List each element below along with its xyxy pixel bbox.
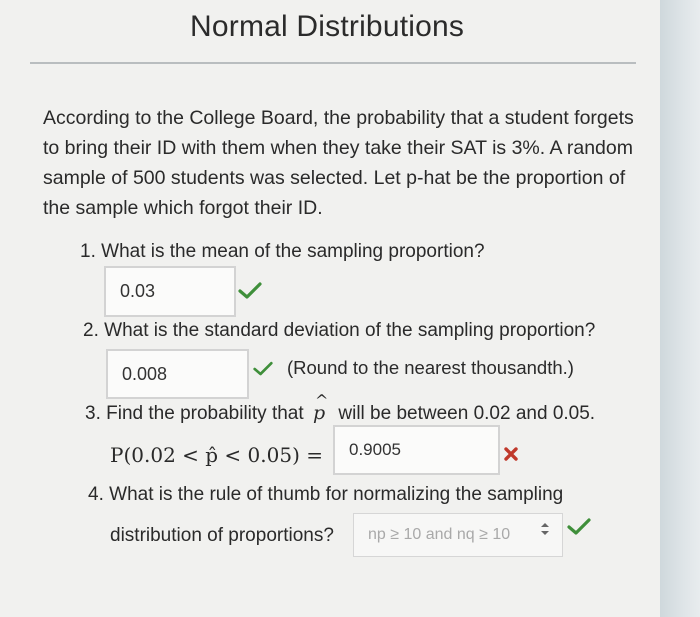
correct-check-icon: [567, 518, 591, 535]
title-divider: [30, 62, 636, 64]
question-1-text: What is the mean of the sampling proport…: [101, 241, 485, 262]
question-3-text-before: Find the probability that: [106, 403, 304, 424]
answer-1-input[interactable]: 0.03: [104, 266, 236, 317]
select-arrows-icon: [541, 523, 549, 535]
answer-1-value: 0.03: [120, 281, 156, 301]
problem-intro: According to the College Board, the prob…: [43, 107, 634, 219]
answer-2-input[interactable]: 0.008: [106, 349, 249, 399]
answer-3-value: 0.9005: [349, 440, 401, 459]
question-4-number: 4.: [88, 484, 104, 505]
answer-2-value: 0.008: [122, 363, 168, 384]
correct-check-icon: [238, 282, 262, 299]
rounding-note: (Round to the nearest thousandth.): [287, 357, 574, 378]
question-3-text-after: will be between 0.02 and 0.05.: [338, 403, 596, 424]
rule-of-thumb-select[interactable]: np ≥ 10 and nq ≥ 10: [353, 513, 563, 557]
page-title: Normal Distributions: [190, 10, 465, 43]
question-4-line2: distribution of proportions?: [110, 525, 334, 546]
question-1-number: 1.: [80, 241, 96, 262]
correct-check-icon: [253, 361, 273, 376]
question-2: 2. What is the standard deviation of the…: [83, 320, 595, 342]
right-edge: [660, 0, 700, 617]
question-4-text: What is the rule of thumb for normalizin…: [109, 484, 564, 505]
question-2-text: What is the standard deviation of the sa…: [104, 320, 596, 341]
worksheet-page: Normal Distributions According to the Co…: [0, 0, 660, 617]
answer-3-input[interactable]: 0.9005: [333, 425, 500, 475]
question-3-number: 3.: [85, 403, 101, 424]
question-4: 4. What is the rule of thumb for normali…: [88, 484, 563, 506]
question-3: 3. Find the probability that p will be b…: [85, 391, 596, 425]
probability-expression: P(0.02 < p̂ < 0.05) =: [110, 443, 323, 467]
incorrect-x-icon: [504, 447, 518, 461]
selected-option: np ≥ 10 and nq ≥ 10: [368, 526, 511, 543]
p-hat-symbol: p: [313, 391, 329, 424]
question-2-number: 2.: [83, 320, 99, 341]
question-1: 1. What is the mean of the sampling prop…: [80, 241, 485, 263]
